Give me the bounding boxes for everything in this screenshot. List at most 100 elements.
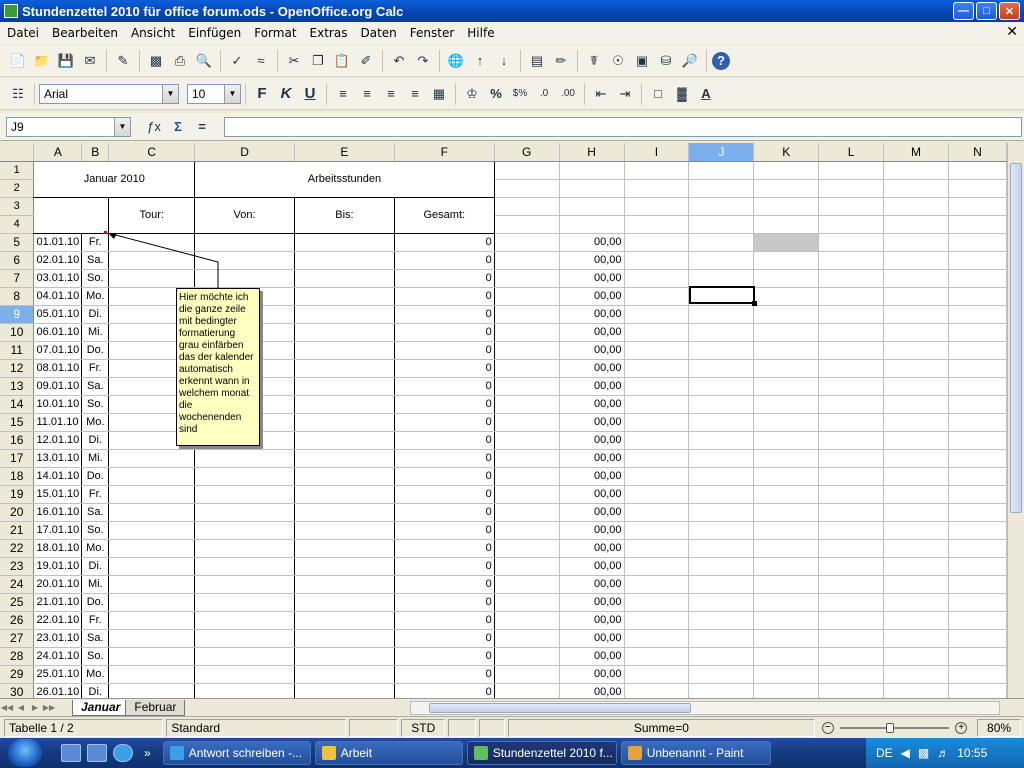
cell[interactable] xyxy=(819,197,884,215)
cell[interactable] xyxy=(819,647,884,665)
hours-cell[interactable]: 00,00 xyxy=(559,629,624,647)
row-header[interactable]: 20 xyxy=(0,503,34,521)
to-cell[interactable] xyxy=(294,449,394,467)
redo-icon[interactable]: ↷ xyxy=(412,50,434,72)
menu-einfuegen[interactable]: Einfügen xyxy=(181,26,247,40)
to-cell[interactable] xyxy=(294,233,394,251)
email-icon[interactable]: ✉ xyxy=(79,50,101,72)
total-cell[interactable]: 0 xyxy=(394,539,494,557)
hours-cell[interactable]: 00,00 xyxy=(559,233,624,251)
row-header[interactable]: 16 xyxy=(0,431,34,449)
row-header[interactable]: 30 xyxy=(0,683,34,698)
to-cell[interactable] xyxy=(294,485,394,503)
date-cell[interactable]: 20.01.10 xyxy=(34,575,82,593)
total-cell[interactable]: 0 xyxy=(394,683,494,698)
cell[interactable] xyxy=(624,413,689,431)
total-cell[interactable]: 0 xyxy=(394,557,494,575)
cell[interactable] xyxy=(754,611,819,629)
weekday-cell[interactable]: Mi. xyxy=(82,575,109,593)
date-cell[interactable]: 24.01.10 xyxy=(34,647,82,665)
chevron-down-icon[interactable]: ▼ xyxy=(224,85,240,103)
column-header-c[interactable]: C xyxy=(109,143,195,161)
date-cell[interactable]: 06.01.10 xyxy=(34,323,82,341)
cell[interactable] xyxy=(624,251,689,269)
cell[interactable] xyxy=(884,287,949,305)
cell[interactable] xyxy=(884,233,949,251)
column-header-b[interactable]: B xyxy=(82,143,109,161)
cell[interactable] xyxy=(948,431,1006,449)
date-cell[interactable]: 15.01.10 xyxy=(34,485,82,503)
cell[interactable] xyxy=(948,233,1006,251)
menu-hilfe[interactable]: Hilfe xyxy=(460,26,500,40)
cell[interactable] xyxy=(754,449,819,467)
taskbar-item-antwort[interactable]: Antwort schreiben -... xyxy=(163,741,311,765)
cell[interactable] xyxy=(884,683,949,698)
cell[interactable] xyxy=(624,629,689,647)
chevron-down-icon[interactable]: ▼ xyxy=(114,118,130,136)
hours-cell[interactable]: 00,00 xyxy=(559,341,624,359)
cell[interactable] xyxy=(624,341,689,359)
date-cell[interactable]: 07.01.10 xyxy=(34,341,82,359)
cell[interactable] xyxy=(494,269,559,287)
cell[interactable] xyxy=(689,449,754,467)
cell[interactable] xyxy=(948,395,1006,413)
spreadsheet-grid[interactable]: A B C D E F G H I J K L M N 1 Januar 201… xyxy=(0,143,1007,698)
cell[interactable] xyxy=(819,557,884,575)
weekday-cell[interactable]: Mi. xyxy=(82,323,109,341)
cell[interactable] xyxy=(948,341,1006,359)
cell[interactable] xyxy=(884,467,949,485)
cell[interactable] xyxy=(689,521,754,539)
cell[interactable] xyxy=(948,323,1006,341)
cell[interactable] xyxy=(624,161,689,179)
row-header[interactable]: 8 xyxy=(0,287,34,305)
tour-cell[interactable] xyxy=(109,647,195,665)
cell[interactable] xyxy=(819,485,884,503)
hours-cell[interactable]: 00,00 xyxy=(559,377,624,395)
to-cell[interactable] xyxy=(294,287,394,305)
weekday-cell[interactable]: Mo. xyxy=(82,413,109,431)
hours-cell[interactable]: 00,00 xyxy=(559,557,624,575)
cell[interactable] xyxy=(494,629,559,647)
switch-windows-icon[interactable] xyxy=(87,744,107,762)
cell[interactable] xyxy=(754,647,819,665)
cell[interactable] xyxy=(819,341,884,359)
date-cell[interactable]: 09.01.10 xyxy=(34,377,82,395)
cell[interactable] xyxy=(689,233,754,251)
zoom-icon[interactable]: 🔎 xyxy=(679,50,701,72)
next-sheet-icon[interactable]: ▶ xyxy=(28,701,42,715)
hours-cell[interactable]: 00,00 xyxy=(559,359,624,377)
cell[interactable] xyxy=(948,557,1006,575)
taskbar-item-paint[interactable]: Unbenannt - Paint xyxy=(621,741,771,765)
total-cell[interactable]: 0 xyxy=(394,431,494,449)
date-cell[interactable]: 21.01.10 xyxy=(34,593,82,611)
cell[interactable] xyxy=(819,413,884,431)
cell[interactable] xyxy=(624,287,689,305)
row-header[interactable]: 10 xyxy=(0,323,34,341)
cell[interactable] xyxy=(819,593,884,611)
total-cell[interactable]: 0 xyxy=(394,341,494,359)
format-paintbrush-icon[interactable]: ✐ xyxy=(355,50,377,72)
cell[interactable] xyxy=(819,251,884,269)
row-header[interactable]: 29 xyxy=(0,665,34,683)
menu-datei[interactable]: Datei xyxy=(0,26,45,40)
to-cell[interactable] xyxy=(294,431,394,449)
cell[interactable] xyxy=(494,503,559,521)
volume-icon[interactable]: ♬ xyxy=(937,746,949,760)
row-header[interactable]: 9 xyxy=(0,305,34,323)
cell[interactable] xyxy=(689,395,754,413)
cell[interactable] xyxy=(754,485,819,503)
cell[interactable] xyxy=(819,287,884,305)
cell[interactable] xyxy=(948,683,1006,698)
cell[interactable] xyxy=(948,665,1006,683)
total-cell[interactable]: 0 xyxy=(394,503,494,521)
cell[interactable] xyxy=(689,557,754,575)
from-cell[interactable] xyxy=(195,593,295,611)
cell[interactable] xyxy=(754,287,819,305)
zoom-slider[interactable] xyxy=(840,727,950,729)
cell[interactable] xyxy=(689,611,754,629)
weekday-cell[interactable]: Sa. xyxy=(82,503,109,521)
cell[interactable] xyxy=(948,611,1006,629)
cell-table[interactable]: A B C D E F G H I J K L M N 1 Januar 201… xyxy=(0,143,1007,698)
menu-format[interactable]: Format xyxy=(247,26,302,40)
hours-cell[interactable]: 00,00 xyxy=(559,413,624,431)
